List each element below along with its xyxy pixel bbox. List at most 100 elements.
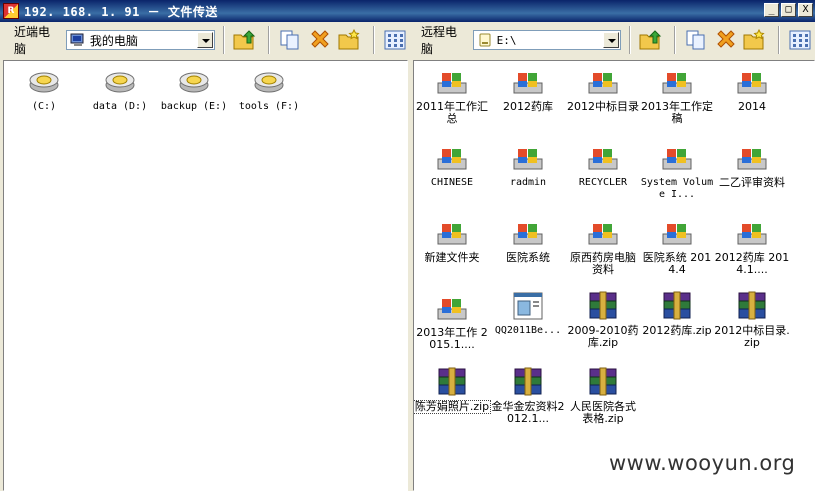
drive-icon [29, 72, 59, 93]
my-computer-icon [70, 33, 84, 46]
installer-icon [513, 292, 543, 320]
shared-folder-icon [588, 224, 618, 245]
item-label: 陈芳娟照片.zip [414, 400, 491, 414]
archive-icon [738, 291, 766, 320]
drive-icon [179, 72, 209, 93]
drive-item[interactable]: backup (E:) [156, 67, 232, 113]
shared-folder-icon [662, 149, 692, 170]
folder-item[interactable]: 2012药库 [490, 71, 566, 113]
local-label: 近端电脑 [14, 25, 51, 56]
folder-item[interactable]: 2012药库 2014.1.... [714, 222, 790, 276]
copy-button[interactable] [683, 27, 709, 53]
folder-item[interactable]: CHINESE [414, 147, 490, 189]
drive-label: data (D:) [92, 101, 148, 112]
archive-icon [438, 367, 466, 396]
chevron-down-icon[interactable] [603, 32, 620, 48]
remote-location-select[interactable]: E:\ [472, 30, 622, 50]
drive-item[interactable]: tools (F:) [231, 67, 307, 113]
shared-folder-icon [437, 149, 467, 170]
shared-folder-icon [588, 73, 618, 94]
up-folder-button[interactable] [232, 27, 258, 53]
watermark-text: www.wooyun.org [609, 451, 796, 475]
item-label: 新建文件夹 [424, 251, 480, 264]
folder-item[interactable]: RECYCLER [565, 147, 641, 189]
folder-item[interactable]: 2013年工作定稿 [639, 71, 715, 125]
local-location-select[interactable]: 我的电脑 [65, 30, 216, 50]
folder-item[interactable]: 2011年工作汇总 [414, 71, 490, 125]
remote-label: 远程电脑 [421, 25, 458, 56]
minimize-button[interactable]: _ [764, 3, 779, 17]
app-logo-icon: R [3, 3, 19, 19]
remote-location-value: E:\ [496, 33, 517, 47]
new-folder-icon [743, 29, 765, 50]
drive-item[interactable]: (C:) [6, 67, 82, 113]
item-label: CHINESE [430, 177, 474, 188]
item-label: 2014 [738, 100, 766, 113]
folder-item[interactable]: 二乙评审资料 [714, 147, 790, 189]
new-folder-button[interactable] [337, 27, 363, 53]
folder-item[interactable]: radmin [490, 147, 566, 189]
toolbar-separator [268, 26, 271, 54]
item-label: 2012中标目录.zip [714, 324, 790, 349]
folder-item[interactable]: 2012中标目录 [565, 71, 641, 113]
delete-button[interactable] [713, 27, 739, 53]
item-label: 2011年工作汇总 [416, 100, 488, 125]
up-folder-button[interactable] [638, 27, 664, 53]
copy-icon [280, 30, 299, 50]
shared-folder-icon [662, 224, 692, 245]
folder-item[interactable]: 医院系统 [490, 222, 566, 264]
item-label: 医院系统 2014.4 [642, 251, 712, 276]
folder-item[interactable]: 2013年工作 2015.1.... [414, 297, 490, 351]
drive-label: backup (E:) [160, 101, 228, 112]
file-item-selected[interactable]: 陈芳娟照片.zip [414, 367, 491, 414]
file-item[interactable]: 金华金宏资料2012.1... [490, 367, 566, 425]
shared-folder-icon [513, 149, 543, 170]
copy-button[interactable] [277, 27, 303, 53]
folder-item[interactable]: 新建文件夹 [414, 222, 490, 264]
file-item[interactable]: 人民医院各式表格.zip [565, 367, 641, 425]
folder-up-icon [639, 30, 662, 50]
drive-label: (C:) [31, 101, 57, 112]
title-bar: R 192. 168. 1. 91 － 文件传送 _ □ X [0, 0, 815, 22]
item-label: 金华金宏资料2012.1... [491, 400, 565, 425]
shared-folder-icon [437, 73, 467, 94]
folder-up-icon [233, 30, 256, 50]
local-location-value: 我的电脑 [89, 33, 138, 48]
file-item[interactable]: 2012药库.zip [639, 291, 715, 337]
drive-icon [105, 72, 135, 93]
delete-icon [716, 30, 735, 48]
shared-folder-icon [437, 299, 467, 320]
shared-folder-icon [437, 224, 467, 245]
delete-button[interactable] [307, 27, 333, 53]
item-label: 2013年工作 2015.1.... [416, 326, 488, 351]
view-mode-button[interactable] [787, 27, 813, 53]
drive-item[interactable]: data (D:) [82, 67, 158, 113]
folder-item[interactable]: 原西药房电脑资料 [565, 222, 641, 276]
chevron-down-icon[interactable] [197, 32, 214, 48]
grid-view-icon [384, 30, 406, 50]
view-mode-button[interactable] [382, 27, 408, 53]
file-item[interactable]: QQ2011Be... [490, 291, 566, 337]
remote-file-panel[interactable]: 2011年工作汇总 2012药库 2012中标目录 2013年工作定稿 2014… [413, 60, 815, 491]
maximize-button[interactable]: □ [781, 3, 796, 17]
item-label: RECYCLER [578, 177, 628, 188]
archive-icon [663, 291, 691, 320]
folder-item[interactable]: 医院系统 2014.4 [639, 222, 715, 276]
item-label: 2012药库.zip [642, 324, 712, 337]
archive-icon [514, 367, 542, 396]
new-folder-button[interactable] [743, 27, 769, 53]
file-item[interactable]: 2012中标目录.zip [714, 291, 790, 349]
drive-icon [254, 72, 284, 93]
local-file-panel[interactable]: (C:) data (D:) backup (E:) tools (F:) [3, 60, 408, 491]
item-label: 2012药库 [503, 100, 553, 113]
drive-icon [479, 33, 491, 47]
close-button[interactable]: X [798, 3, 813, 17]
shared-folder-icon [588, 149, 618, 170]
item-label: QQ2011Be... [494, 325, 562, 336]
shared-folder-icon [662, 73, 692, 94]
copy-icon [686, 30, 705, 50]
file-item[interactable]: 2009-2010药库.zip [565, 291, 641, 349]
folder-item[interactable]: System Volume I... [639, 147, 715, 201]
local-toolbar: 近端电脑 我的电脑 [0, 22, 410, 58]
folder-item[interactable]: 2014 [714, 71, 790, 113]
